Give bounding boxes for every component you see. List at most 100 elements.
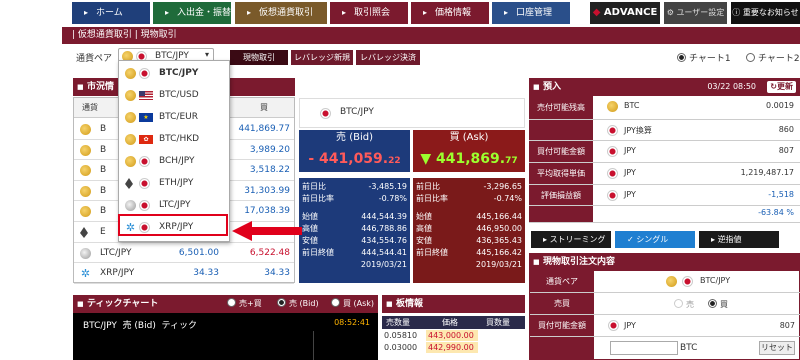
ask-price: ▼ 441,869.77 [413, 146, 525, 172]
nav-tab-crypto-trade[interactable]: 仮想通貨取引 [235, 2, 327, 24]
refresh-button[interactable]: ↻更新 [767, 81, 796, 93]
stat-label: 高値 [302, 224, 318, 233]
nav-tab-deposit[interactable]: 入出金・振替 [153, 2, 231, 24]
tick-opt1[interactable]: 売+買 [227, 295, 262, 313]
mode-streaming-label: ストリーミング [549, 235, 606, 244]
bid-box[interactable]: 売 (Bid) - 441,059.22 [299, 130, 410, 174]
pair-label: 通貨ペア [76, 54, 113, 64]
notice-label: 重要なお知らせ [742, 8, 799, 17]
buy-label: 買 [720, 300, 728, 309]
chart1-radio[interactable]: チャート1 [677, 51, 731, 64]
order-qty-label [530, 337, 594, 359]
chart1-label: チャート1 [689, 54, 731, 64]
caret-right-icon: ▸ [543, 235, 548, 244]
table-row[interactable]: LTC/JPY 6,501.00 6,522.48 [74, 243, 294, 264]
stat-value: -3,485.19 [368, 182, 407, 191]
order-qty-row: BTC リセット [530, 337, 800, 359]
stat-label: 前日終値 [302, 248, 334, 257]
mode-single-button[interactable]: ✓ シングル [615, 231, 695, 248]
coin-icon [80, 247, 91, 259]
bid-label: 売 (Bid) [299, 130, 410, 146]
dropdown-option[interactable]: ETH/JPY [119, 173, 229, 194]
stat-row: 高値 446,788.86 [299, 223, 410, 235]
advance-button[interactable]: ◆ ADVANCE [590, 2, 660, 24]
tab-spot[interactable]: 現物取引 [230, 50, 288, 65]
dropdown-option[interactable]: LTC/JPY [119, 195, 229, 216]
tick-opt2-label: 売 (Bid) [289, 299, 319, 308]
deposit-header: 預入 03/22 08:50 ↻更新 [529, 78, 800, 96]
dropdown-option[interactable]: BTC/USD [119, 85, 229, 106]
row-buy-value: 3,518.22 [249, 165, 290, 176]
ask-price-dec: 77 [505, 156, 518, 166]
row-pair-name: B [100, 206, 107, 217]
stat-value: 446,950.00 [476, 224, 522, 233]
chart2-radio[interactable]: チャート2 [746, 51, 800, 64]
mode-streaming-button[interactable]: ▸ ストリーミング [531, 231, 611, 248]
sell-radio[interactable]: 売 [674, 299, 694, 310]
deposit-currency: JPY換算 [624, 126, 652, 135]
coin-icon [80, 227, 88, 238]
ask-label: 買 (Ask) [413, 130, 525, 146]
important-notice-button[interactable]: ⓘ 重要なお知らせ [731, 2, 800, 24]
jp-flag-icon [607, 190, 618, 201]
row-buy-value: 6,522.48 [249, 247, 290, 258]
stat-value: -0.78% [378, 194, 407, 203]
deposit-value: 1,219,487.17 [740, 168, 794, 177]
tick-opt3[interactable]: 買 (Ask) [331, 295, 374, 313]
breadcrumb: | 仮想通貨取引 | 現物取引 [62, 27, 800, 44]
row-pair-name: B [100, 165, 107, 176]
row-buy-value: 17,038.39 [244, 206, 290, 217]
table-row[interactable]: ✲ XRP/JPY 34.33 34.33 [74, 263, 294, 284]
ask-stats: 前日比 -3,296.65 前日比率 -0.74% 始値 445,166.44 高値 446,… [413, 178, 525, 283]
order-pair-label: 通貨ペア [530, 271, 594, 292]
order-avail-label: 買付可能金額 [530, 315, 594, 336]
tick-opt2[interactable]: 売 (Bid) [277, 295, 319, 313]
stat-value: -0.74% [493, 194, 522, 203]
dropdown-option[interactable]: BTC/JPY [119, 63, 229, 84]
jp-flag-icon [139, 156, 150, 167]
deposit-row: 評価損益額 JPY -1,518 [529, 185, 800, 206]
user-settings-button[interactable]: ⚙ ユーザー設定 [664, 2, 727, 24]
row-buy-value: 3,989.20 [249, 144, 290, 155]
buy-radio[interactable]: 買 [708, 299, 728, 310]
row-pair-name: XRP/JPY [100, 268, 135, 279]
eu-flag-icon: ★ [139, 113, 153, 122]
tab-leverage-new[interactable]: レバレッジ新規 [291, 50, 353, 65]
stat-label: 安値 [302, 236, 318, 245]
nav-tab-history[interactable]: 取引照会 [330, 2, 408, 24]
board-row[interactable]: 0.05810 443,000.00 [382, 330, 525, 341]
coin-icon [80, 124, 91, 135]
row-buy-value: 31,303.99 [244, 185, 290, 196]
nav-tab-home[interactable]: ホーム [72, 2, 150, 24]
nav-tab-label: 口座管理 [516, 8, 553, 18]
stat-value: 444,544.41 [361, 248, 407, 257]
deposit-value: -63.84 % [758, 208, 794, 217]
rate-header: BTC/JPY [299, 98, 525, 128]
reset-button[interactable]: リセット [759, 341, 795, 355]
chevron-down-icon: ▾ [204, 50, 209, 59]
deposit-label: 買付可能金額 [529, 141, 593, 162]
ltc-icon [125, 200, 136, 211]
qty-input[interactable] [610, 341, 678, 355]
dropdown-option[interactable]: BCH/JPY [119, 151, 229, 172]
tick-chart: BTC/JPY 売 (Bid) ティック 08:52:41 [73, 313, 378, 360]
ask-box[interactable]: 買 (Ask) ▼ 441,869.77 [413, 130, 525, 174]
mode-stop-button[interactable]: ▸ 逆指値 [699, 231, 779, 248]
stat-row: 2019/03/21 [299, 259, 410, 271]
qty-cur: BTC [680, 343, 698, 353]
nav-tab-account[interactable]: 口座管理 [492, 2, 570, 24]
order-side-row: 売買 売 買 [530, 293, 800, 315]
stat-label: 前日比率 [416, 194, 448, 203]
nav-tab-price[interactable]: 価格情報 [411, 2, 489, 24]
row-pair-name: E [100, 227, 106, 237]
jp-flag-icon [607, 125, 618, 136]
tab-leverage-new-label: レバレッジ新規 [294, 53, 350, 62]
tab-leverage-close[interactable]: レバレッジ決済 [356, 50, 420, 65]
dropdown-option[interactable]: ★ BTC/EUR [119, 107, 229, 128]
dropdown-option[interactable]: ✿ BTC/HKD [119, 129, 229, 150]
board-row[interactable]: 0.03000 442,990.00 [382, 342, 525, 353]
deposit-title: 預入 [543, 82, 562, 92]
row-pair-name: B [100, 185, 107, 196]
check-icon: ✓ [627, 235, 634, 244]
row-sell-value: 6,501.00 [178, 247, 219, 258]
